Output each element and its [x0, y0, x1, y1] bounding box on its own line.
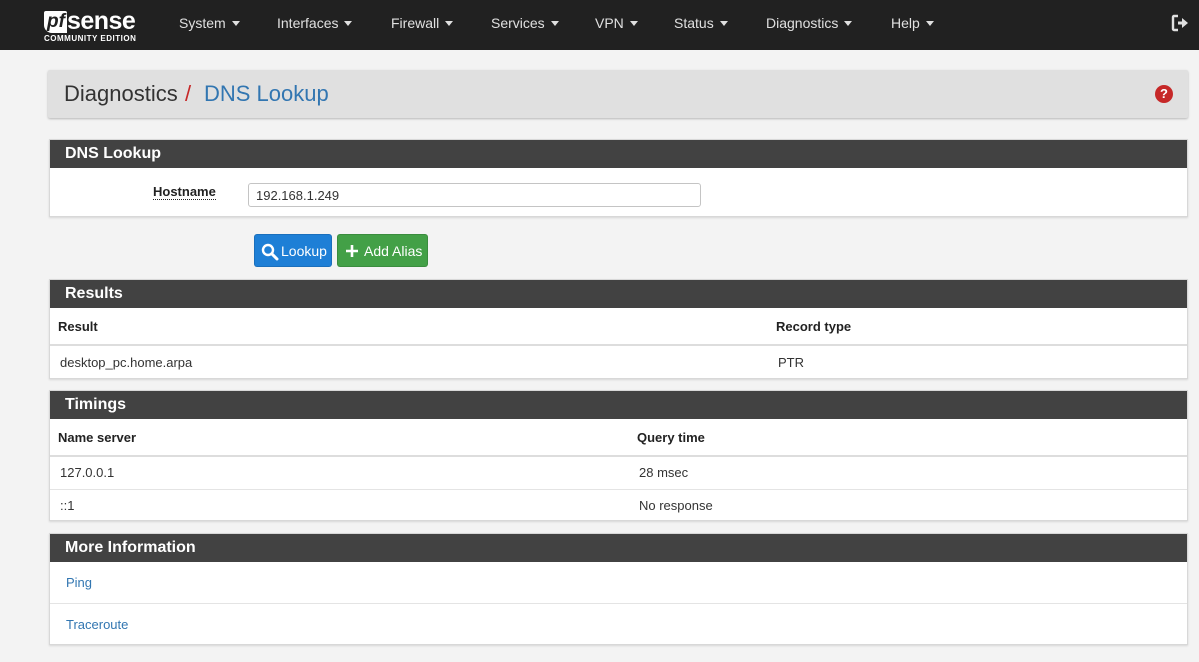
traceroute-link[interactable]: Traceroute [50, 603, 1187, 644]
caret-down-icon [550, 20, 559, 26]
nav-system-label: System [179, 15, 226, 31]
nav-status[interactable]: Status [674, 0, 728, 50]
caret-down-icon [231, 20, 240, 26]
column-header-result: Result [50, 308, 768, 346]
table-row: ::1 No response [50, 488, 1187, 522]
nav-help-label: Help [891, 15, 920, 31]
result-cell: desktop_pc.home.arpa [50, 344, 768, 378]
nav-services-label: Services [491, 15, 545, 31]
timings-table: Name server Query time 127.0.0.1 28 msec… [50, 419, 1187, 522]
query-time-cell: No response [629, 488, 1187, 522]
timings-panel: Timings Name server Query time 127.0.0.1… [49, 390, 1188, 522]
query-time-cell: 28 msec [629, 455, 1187, 489]
table-header-row: Result Record type [50, 308, 1187, 346]
breadcrumb-separator: / [185, 81, 192, 106]
nav-vpn-label: VPN [595, 15, 624, 31]
logo-edition: COMMUNITY EDITION [44, 34, 137, 43]
nav-diagnostics[interactable]: Diagnostics [766, 0, 853, 50]
hostname-row: Hostname [50, 168, 1187, 216]
results-table: Result Record type desktop_pc.home.arpa … [50, 308, 1187, 378]
column-header-query-time: Query time [629, 419, 1187, 457]
lookup-button[interactable]: Lookup [254, 234, 332, 267]
caret-down-icon [629, 20, 638, 26]
pfsense-logo[interactable]: pf sense COMMUNITY EDITION [44, 5, 152, 47]
question-circle-icon[interactable]: ? [1155, 85, 1173, 103]
nav-services[interactable]: Services [491, 0, 559, 50]
nav-help[interactable]: Help [891, 0, 934, 50]
hostname-label: Hostname [153, 184, 216, 200]
search-icon [261, 243, 279, 261]
add-alias-button[interactable]: Add Alias [337, 234, 428, 267]
name-server-cell: ::1 [50, 488, 629, 522]
caret-down-icon [844, 20, 853, 26]
more-information-list: Ping Traceroute [50, 562, 1187, 644]
nav-interfaces-label: Interfaces [277, 15, 339, 31]
name-server-cell: 127.0.0.1 [50, 455, 629, 489]
logo-pf: pf [44, 11, 67, 33]
nav-firewall-label: Firewall [391, 15, 440, 31]
nav-diagnostics-label: Diagnostics [766, 15, 839, 31]
ping-link[interactable]: Ping [50, 562, 1187, 603]
breadcrumb-current[interactable]: DNS Lookup [204, 81, 329, 107]
breadcrumb-root[interactable]: Diagnostics [64, 81, 178, 107]
more-information-panel: More Information Ping Traceroute [49, 533, 1188, 645]
nav-system[interactable]: System [179, 0, 240, 50]
record-type-cell: PTR [768, 344, 1187, 378]
table-row: 127.0.0.1 28 msec [50, 455, 1187, 489]
dns-lookup-panel-title: DNS Lookup [50, 140, 1187, 168]
nav-interfaces[interactable]: Interfaces [277, 0, 353, 50]
results-panel: Results Result Record type desktop_pc.ho… [49, 279, 1188, 379]
dns-lookup-panel: DNS Lookup Hostname [49, 139, 1188, 217]
hostname-input[interactable] [248, 183, 701, 207]
results-panel-title: Results [50, 280, 1187, 308]
add-alias-button-label: Add Alias [364, 243, 423, 259]
caret-down-icon [344, 20, 353, 26]
timings-panel-title: Timings [50, 391, 1187, 419]
column-header-record-type: Record type [768, 308, 1187, 346]
caret-down-icon [445, 20, 454, 26]
nav-firewall[interactable]: Firewall [391, 0, 454, 50]
table-row: desktop_pc.home.arpa PTR [50, 344, 1187, 378]
top-navbar: pf sense COMMUNITY EDITION System Interfa… [0, 0, 1199, 50]
caret-down-icon [719, 20, 728, 26]
sign-out-icon[interactable] [1170, 13, 1190, 33]
caret-down-icon [925, 20, 934, 26]
column-header-name-server: Name server [50, 419, 629, 457]
nav-vpn[interactable]: VPN [595, 0, 638, 50]
logo-sense: sense [66, 7, 136, 35]
more-information-panel-title: More Information [50, 534, 1187, 562]
lookup-button-label: Lookup [281, 243, 327, 259]
breadcrumb: Diagnostics / DNS Lookup ? [48, 70, 1188, 118]
table-header-row: Name server Query time [50, 419, 1187, 457]
plus-icon [346, 245, 358, 257]
nav-status-label: Status [674, 15, 714, 31]
